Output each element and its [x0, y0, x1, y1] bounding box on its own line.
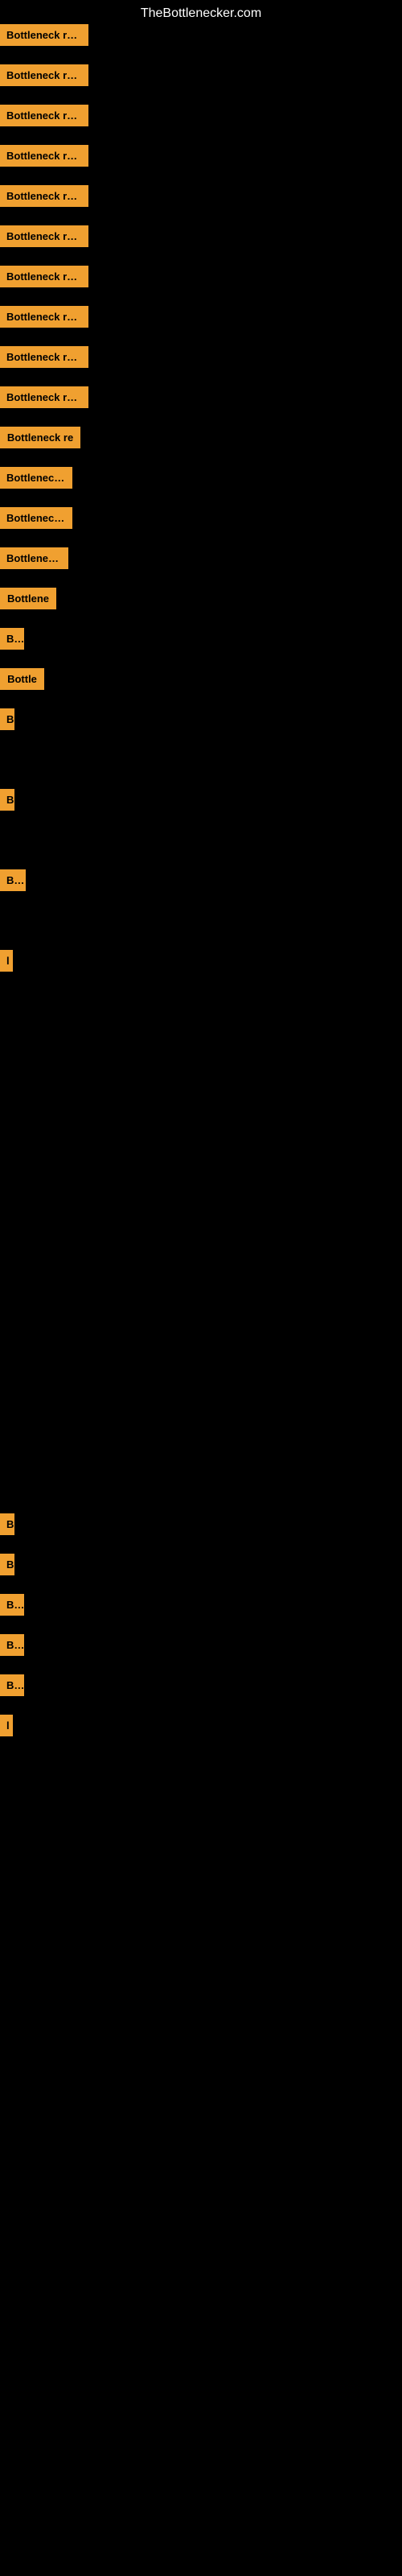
- bottleneck-result-button-7[interactable]: Bottleneck resu: [0, 266, 88, 287]
- bottleneck-result-button-20[interactable]: Bot: [0, 869, 26, 891]
- bottleneck-result-button-9[interactable]: Bottleneck resu: [0, 346, 88, 368]
- bottleneck-result-button-16[interactable]: Bo: [0, 628, 24, 650]
- bottleneck-result-button-4[interactable]: Bottleneck resu: [0, 145, 88, 167]
- bottleneck-result-button-12[interactable]: Bottleneck r: [0, 467, 72, 489]
- bottleneck-result-button-26[interactable]: Bo: [0, 1674, 24, 1696]
- bottleneck-result-button-3[interactable]: Bottleneck resu: [0, 105, 88, 126]
- bottleneck-result-button-1[interactable]: Bottleneck resu: [0, 24, 88, 46]
- bottleneck-result-button-27[interactable]: l: [0, 1715, 13, 1736]
- bottleneck-result-button-18[interactable]: B: [0, 708, 14, 730]
- bottleneck-result-button-17[interactable]: Bottle: [0, 668, 44, 690]
- bottleneck-result-button-23[interactable]: B: [0, 1554, 14, 1575]
- bottleneck-result-button-5[interactable]: Bottleneck resu: [0, 185, 88, 207]
- bottleneck-result-button-19[interactable]: B: [0, 789, 14, 811]
- bottleneck-result-button-15[interactable]: Bottlene: [0, 588, 56, 609]
- bottleneck-result-button-8[interactable]: Bottleneck resu: [0, 306, 88, 328]
- site-title: TheBottlenecker.com: [0, 0, 402, 27]
- bottleneck-result-button-11[interactable]: Bottleneck re: [0, 427, 80, 448]
- bottleneck-result-button-10[interactable]: Bottleneck resu: [0, 386, 88, 408]
- bottleneck-result-button-22[interactable]: B: [0, 1513, 14, 1535]
- bottleneck-result-button-25[interactable]: Bo: [0, 1634, 24, 1656]
- bottleneck-result-button-21[interactable]: l: [0, 950, 13, 972]
- bottleneck-result-button-24[interactable]: Bo: [0, 1594, 24, 1616]
- bottleneck-result-button-13[interactable]: Bottleneck r: [0, 507, 72, 529]
- bottleneck-result-button-14[interactable]: Bottleneck r: [0, 547, 68, 569]
- bottleneck-result-button-2[interactable]: Bottleneck resu: [0, 64, 88, 86]
- bottleneck-result-button-6[interactable]: Bottleneck resu: [0, 225, 88, 247]
